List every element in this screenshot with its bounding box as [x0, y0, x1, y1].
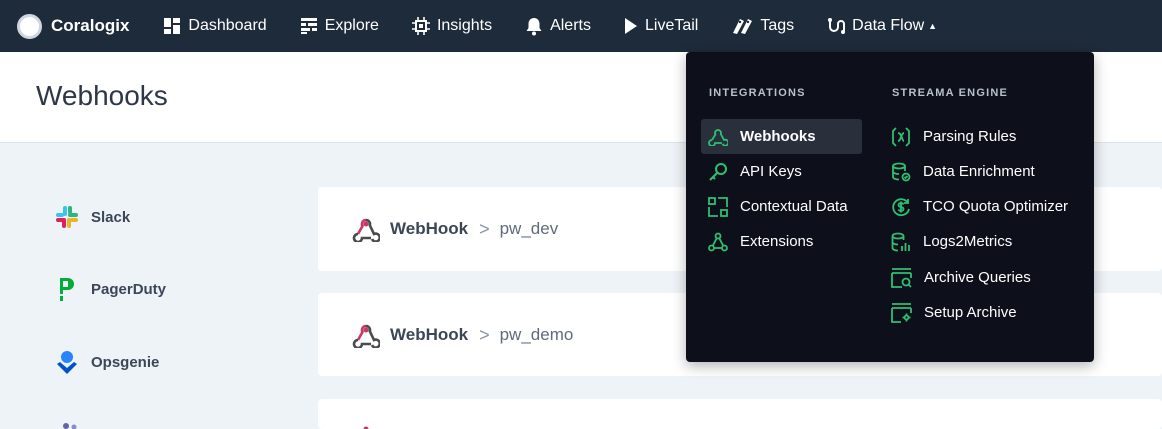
- streama-engine-heading: STREAMA ENGINE: [892, 87, 1009, 99]
- page-title: Webhooks: [36, 80, 168, 111]
- contextual-data-icon: [708, 196, 728, 217]
- coralogix-logo-icon: [17, 13, 42, 39]
- menu-item-label: Extensions: [740, 233, 814, 250]
- menu-item-label: Webhooks: [740, 128, 816, 145]
- insights-icon: [411, 17, 430, 35]
- menu-item-logs2metrics[interactable]: Logs2Metrics: [891, 224, 1012, 259]
- nav-label: Data Flow: [852, 17, 925, 34]
- chevron-right-icon: >: [479, 324, 490, 345]
- menu-item-label: Setup Archive: [924, 304, 1017, 321]
- integrations-heading: INTEGRATIONS: [709, 87, 806, 99]
- slack-icon: [54, 204, 80, 230]
- logs2metrics-icon: [891, 232, 910, 251]
- sidebar-item-pagerduty[interactable]: PagerDuty: [54, 276, 166, 302]
- nav-alerts[interactable]: Alerts: [525, 0, 591, 52]
- dashboard-icon: [164, 18, 181, 34]
- tags-icon: [733, 19, 753, 34]
- opsgenie-icon: [54, 349, 80, 375]
- webhook-icon: [352, 218, 380, 242]
- sidebar-item-slack[interactable]: Slack: [54, 204, 130, 230]
- menu-item-label: TCO Quota Optimizer: [923, 198, 1069, 215]
- chevron-right-icon: >: [479, 218, 490, 239]
- top-nav: Coralogix Dashboard Explore Insights Ale…: [0, 0, 1162, 52]
- menu-item-extensions[interactable]: Extensions: [708, 224, 813, 259]
- webhook-type: WebHook: [390, 325, 469, 344]
- webhook-name: pw_dev: [499, 219, 559, 238]
- play-icon: [624, 18, 637, 34]
- webhook-icon: [352, 324, 380, 348]
- teams-icon: [54, 420, 80, 429]
- menu-item-setup-archive[interactable]: Setup Archive: [891, 295, 1017, 330]
- nav-tags[interactable]: Tags: [731, 0, 794, 52]
- webhook-icon: [708, 128, 728, 146]
- webhook-icon: [363, 426, 369, 429]
- pagerduty-icon: [54, 276, 80, 302]
- extensions-icon: [708, 232, 728, 251]
- sidebar-item-label: Opsgenie: [91, 353, 160, 371]
- webhook-name: pw_demo: [499, 325, 574, 344]
- bell-icon: [526, 17, 542, 35]
- brand-name: Coralogix: [51, 16, 130, 35]
- webhook-card[interactable]: [318, 399, 1162, 429]
- key-icon: [709, 162, 727, 181]
- menu-item-label: Contextual Data: [740, 198, 848, 215]
- menu-item-data-enrichment[interactable]: Data Enrichment: [891, 154, 1035, 189]
- nav-livetail[interactable]: LiveTail: [624, 0, 698, 52]
- explore-icon: [300, 18, 317, 34]
- data-enrichment-icon: [892, 162, 911, 181]
- menu-item-label: Logs2Metrics: [923, 233, 1013, 250]
- nav-label: Tags: [760, 17, 795, 34]
- parsing-rules-icon: [892, 126, 910, 147]
- data-flow-icon: [828, 18, 846, 34]
- menu-item-api-keys[interactable]: API Keys: [708, 154, 802, 189]
- webhook-card-title: WebHook > pw_dev: [352, 216, 558, 242]
- nav-label: Explore: [324, 17, 379, 34]
- nav-label: Dashboard: [188, 17, 267, 34]
- sidebar-item-partial[interactable]: [54, 420, 91, 429]
- sidebar-item-opsgenie[interactable]: Opsgenie: [54, 349, 159, 375]
- nav-label: Alerts: [550, 17, 591, 34]
- menu-item-parsing-rules[interactable]: Parsing Rules: [891, 119, 1016, 154]
- menu-item-contextual-data[interactable]: Contextual Data: [708, 189, 848, 224]
- nav-insights[interactable]: Insights: [411, 0, 493, 52]
- webhook-type: WebHook: [390, 219, 469, 238]
- brand[interactable]: Coralogix: [17, 13, 130, 39]
- menu-item-archive-queries[interactable]: Archive Queries: [891, 260, 1031, 295]
- nav-dashboard[interactable]: Dashboard: [163, 0, 267, 52]
- menu-item-label: API Keys: [740, 163, 802, 180]
- tco-icon: [892, 197, 910, 216]
- setup-archive-icon: [891, 302, 912, 323]
- nav-data-flow[interactable]: Data Flow ▲: [827, 0, 937, 52]
- nav-label: LiveTail: [644, 17, 699, 34]
- menu-item-webhooks[interactable]: Webhooks: [701, 119, 862, 154]
- archive-queries-icon: [891, 267, 912, 288]
- nav-explore[interactable]: Explore: [300, 0, 379, 52]
- sidebar-item-label: Slack: [91, 208, 131, 226]
- chevron-up-icon: ▲: [928, 21, 938, 31]
- nav-label: Insights: [436, 17, 493, 34]
- webhook-card-title: WebHook > pw_demo: [352, 322, 573, 348]
- data-flow-menu: INTEGRATIONS STREAMA ENGINE Webhooks API…: [686, 52, 1094, 362]
- sidebar-item-label: PagerDuty: [91, 280, 167, 298]
- menu-item-tco-quota-optimizer[interactable]: TCO Quota Optimizer: [891, 189, 1068, 224]
- menu-item-label: Data Enrichment: [923, 163, 1035, 180]
- menu-item-label: Archive Queries: [924, 269, 1031, 286]
- menu-item-label: Parsing Rules: [923, 128, 1017, 145]
